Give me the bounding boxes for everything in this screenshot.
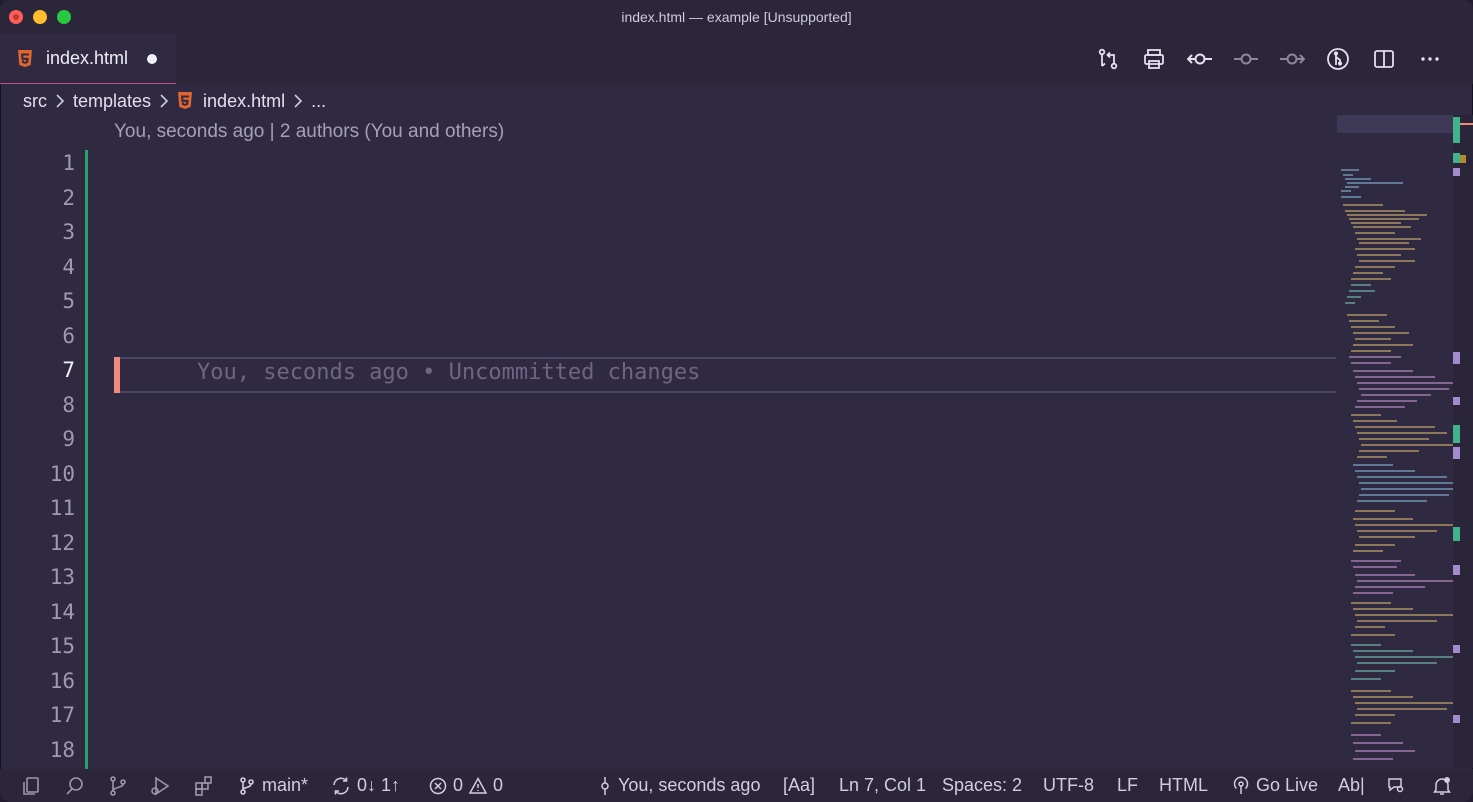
line-number: 12 [49,530,75,555]
end-of-line[interactable]: LF [1117,769,1138,802]
chevron-right-icon [159,94,169,108]
search-icon[interactable] [64,769,86,802]
line-number: 17 [49,703,75,727]
inline-blame-annotation: You, seconds ago • Uncommitted changes [197,360,701,385]
breadcrumb-file-label: index.html [203,90,286,111]
line-number: 15 [49,634,75,658]
warning-count: 0 [493,775,504,795]
line-number: 1 [62,151,75,175]
spell-check[interactable]: Ab| [1338,769,1365,802]
source-control-icon[interactable] [107,769,129,802]
breadcrumb-item-symbol[interactable]: ... [311,91,326,112]
line-number: 7 [62,358,75,382]
html5-icon [17,50,33,73]
breadcrumb: src templates index.html ... [23,88,326,114]
line-number: 6 [62,323,75,348]
language-mode[interactable]: HTML [1159,769,1208,802]
cursor-line-marker [114,357,120,393]
line-number: 14 [49,599,75,624]
line-number: 9 [62,427,75,451]
explorer-icon[interactable] [20,769,42,802]
minimap[interactable] [1337,115,1453,768]
sync-indicator[interactable]: 0↓ 1↑ [331,769,400,802]
chevron-right-icon [55,94,65,108]
line-number: 8 [62,392,75,417]
git-commit-icon[interactable] [1177,34,1223,84]
indentation[interactable]: Spaces: 2 [942,769,1022,802]
line-number: 5 [62,289,75,313]
feedback-icon[interactable] [1386,769,1406,802]
run-debug-icon[interactable] [148,769,172,802]
tab-label: index.html [46,48,129,68]
encoding[interactable]: UTF-8 [1043,769,1094,802]
tab-bar: index.html [0,34,1473,84]
editor-window: index.html — example [Unsupported] index… [0,0,1473,802]
html5-icon [177,92,193,110]
line-number: 10 [49,461,75,486]
editor-actions [1085,34,1453,84]
broadcast-icon [1232,776,1250,796]
line-number: 13 [49,565,75,589]
minimap-code-preview [1341,169,1453,760]
line-number: 18 [49,737,75,762]
status-bar: main* 0↓ 1↑ 0 0 You, seconds ago [Aa] Ln… [0,769,1473,802]
chevron-right-icon [293,94,303,108]
line-number: 3 [62,220,75,244]
branch-indicator[interactable]: main* [238,769,308,802]
open-changes-icon[interactable] [1085,34,1131,84]
notifications-icon[interactable] [1432,769,1452,802]
breadcrumb-item-templates[interactable]: templates [73,91,151,112]
line-number: 2 [62,185,75,210]
unsaved-dot-icon[interactable] [147,54,157,64]
sync-icon [331,776,351,796]
line-number: 16 [49,668,75,693]
cursor-position[interactable]: Ln 7, Col 1 [839,769,926,802]
git-commit-icon [598,776,612,796]
window-title: index.html — example [Unsupported] [621,9,852,25]
git-branch-icon [238,776,256,796]
error-icon [429,777,447,795]
previous-change-icon[interactable] [1223,34,1269,84]
next-change-icon[interactable] [1269,34,1315,84]
git-blame-status[interactable]: You, seconds ago [598,769,760,802]
title-bar: index.html — example [Unsupported] [0,0,1473,34]
sync-counts: 0↓ 1↑ [357,775,401,795]
blame-codelens[interactable]: You, seconds ago | 2 authors (You and ot… [114,121,504,143]
branch-name: main* [262,775,309,795]
go-live-label: Go Live [1256,775,1319,795]
breadcrumb-item-file[interactable]: index.html [177,91,285,112]
blame-text: You, seconds ago [618,775,761,795]
breadcrumb-item-src[interactable]: src [23,91,47,112]
error-count: 0 [453,775,464,795]
print-icon[interactable] [1131,34,1177,84]
go-live-button[interactable]: Go Live [1232,769,1318,802]
case-toggle[interactable]: [Aa] [783,769,815,802]
tab-index-html[interactable]: index.html [0,34,176,84]
extensions-icon[interactable] [193,769,215,802]
line-number: 11 [49,496,75,520]
split-editor-icon[interactable] [1361,34,1407,84]
line-number: 4 [62,254,75,279]
more-actions-icon[interactable] [1407,34,1453,84]
git-added-indicator [85,150,88,770]
vertical-scrollbar[interactable] [1453,115,1473,768]
problems-indicator[interactable]: 0 0 [429,769,503,802]
scrollbar-change-markers [1453,117,1473,723]
warning-icon [469,776,488,795]
git-graph-icon[interactable] [1315,34,1361,84]
